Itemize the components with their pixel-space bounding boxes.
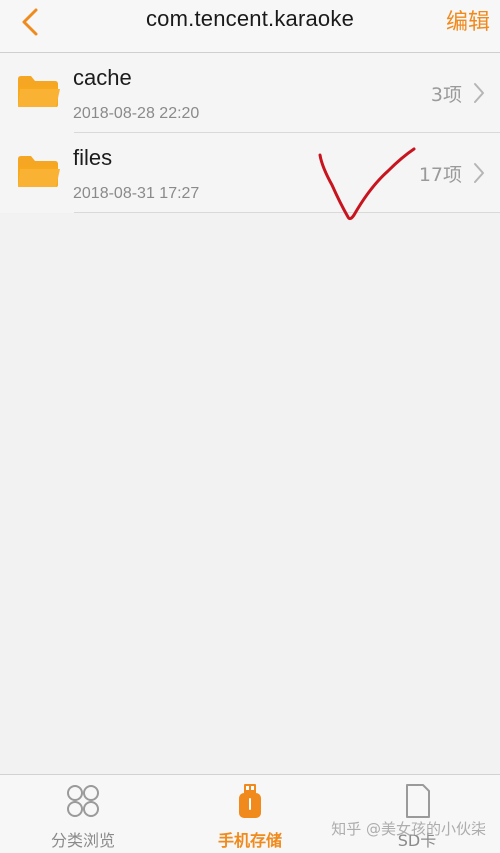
- folder-icon: [18, 76, 60, 107]
- tab-label: 手机存储: [217, 831, 282, 850]
- chevron-right-icon: [474, 163, 484, 183]
- category-grid-icon: [67, 785, 99, 817]
- file-list: cache 2018-08-28 22:20 3项 files 2018-08-…: [0, 53, 500, 213]
- edit-button[interactable]: 编辑: [446, 4, 490, 36]
- sd-card-icon: [406, 784, 430, 818]
- tab-category-browse[interactable]: 分类浏览: [0, 775, 166, 853]
- item-name: files: [73, 145, 113, 170]
- list-item[interactable]: files 2018-08-31 17:27 17项: [0, 133, 500, 213]
- tab-label: 分类浏览: [50, 831, 115, 850]
- watermark-text: 知乎 @美女孩的小伙柒: [331, 820, 486, 838]
- item-date: 2018-08-31 17:27: [73, 185, 200, 202]
- divider: [74, 212, 500, 213]
- item-date: 2018-08-28 22:20: [73, 105, 200, 122]
- folder-icon: [18, 156, 60, 187]
- tab-phone-storage[interactable]: 手机存储: [167, 775, 333, 853]
- item-count: 3项: [430, 84, 462, 106]
- page-title: com.tencent.karaoke: [145, 6, 355, 31]
- list-item[interactable]: cache 2018-08-28 22:20 3项: [0, 53, 500, 133]
- top-bar: com.tencent.karaoke 编辑: [0, 0, 500, 53]
- item-name: cache: [73, 65, 132, 90]
- file-browser-screen: com.tencent.karaoke 编辑 cache 2018-08-28 …: [0, 0, 500, 853]
- bottom-tab-bar: 分类浏览 手机存储 SD卡 知乎 @美女孩的小伙柒: [0, 774, 500, 853]
- red-check-annotation: [318, 147, 416, 221]
- tab-sd-card[interactable]: SD卡: [334, 775, 500, 853]
- item-count: 17项: [418, 164, 462, 186]
- chevron-right-icon: [474, 83, 484, 103]
- phone-storage-icon: [239, 784, 261, 818]
